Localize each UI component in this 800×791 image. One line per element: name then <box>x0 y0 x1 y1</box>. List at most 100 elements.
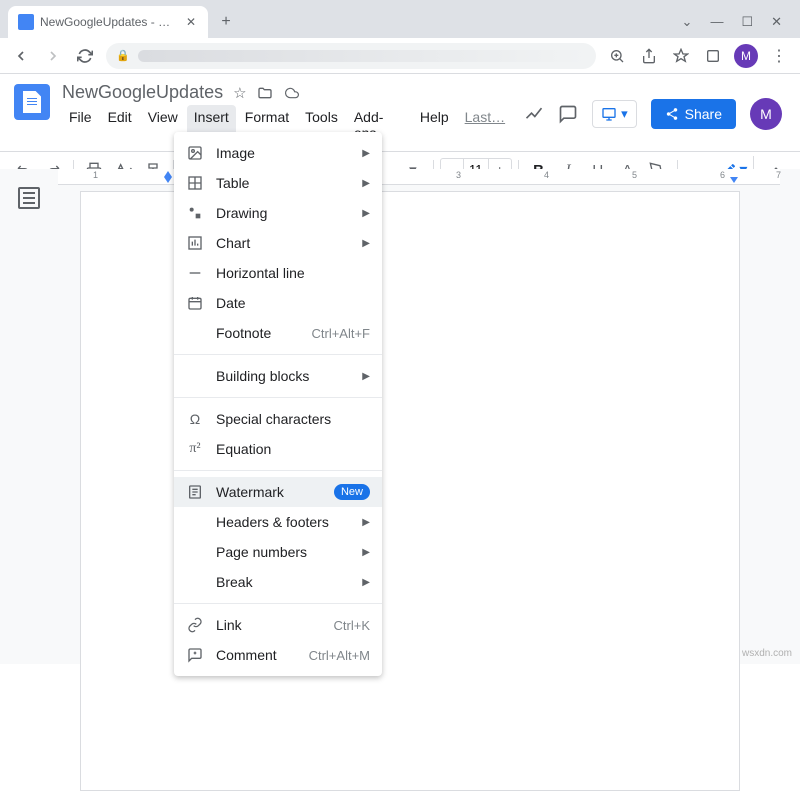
insert-menu-dropdown: Image ▶ Table ▶ Drawing ▶ Chart ▶ Horizo… <box>174 132 382 676</box>
ruler-mark: 5 <box>632 170 637 180</box>
drawing-icon <box>186 204 204 222</box>
ruler-mark: 3 <box>456 170 461 180</box>
chart-icon <box>186 234 204 252</box>
insert-drawing[interactable]: Drawing ▶ <box>174 198 382 228</box>
insert-page-numbers[interactable]: Page numbers ▶ <box>174 537 382 567</box>
window-dropdown-icon[interactable]: ⌄ <box>682 14 693 30</box>
watermark-icon <box>186 483 204 501</box>
share-button[interactable]: Share <box>651 99 736 129</box>
comments-icon[interactable] <box>558 104 578 124</box>
menu-label: Drawing <box>216 205 350 221</box>
shortcut-label: Ctrl+K <box>334 618 370 633</box>
ruler-indent-marker[interactable] <box>164 177 172 183</box>
submenu-arrow-icon: ▶ <box>362 547 370 558</box>
insert-link[interactable]: Link Ctrl+K <box>174 610 382 640</box>
browser-tab[interactable]: NewGoogleUpdates - Google Do ✕ <box>8 6 208 38</box>
menu-label: Watermark <box>216 484 322 500</box>
ruler-mark: 6 <box>720 170 725 180</box>
insert-watermark[interactable]: Watermark New <box>174 477 382 507</box>
insert-headers-footers[interactable]: Headers & footers ▶ <box>174 507 382 537</box>
docs-header: NewGoogleUpdates ☆ File Edit View Insert… <box>0 74 800 145</box>
insert-special-characters[interactable]: Ω Special characters <box>174 404 382 434</box>
docs-logo-icon[interactable] <box>14 84 50 120</box>
menu-label: Date <box>216 295 370 311</box>
browser-menu-icon[interactable]: ⋮ <box>768 45 790 67</box>
insert-comment[interactable]: Comment Ctrl+Alt+M <box>174 640 382 670</box>
insert-footnote[interactable]: Footnote Ctrl+Alt+F <box>174 318 382 348</box>
insert-break[interactable]: Break ▶ <box>174 567 382 597</box>
omega-icon: Ω <box>186 410 204 428</box>
tab-title: NewGoogleUpdates - Google Do <box>40 15 178 29</box>
outline-icon[interactable] <box>18 187 40 209</box>
insert-equation[interactable]: π² Equation <box>174 434 382 464</box>
window-maximize-icon[interactable]: ☐ <box>741 14 753 30</box>
menu-help[interactable]: Help <box>413 105 456 145</box>
insert-chart[interactable]: Chart ▶ <box>174 228 382 258</box>
table-icon <box>186 174 204 192</box>
menu-label: Comment <box>216 647 297 663</box>
menu-file[interactable]: File <box>62 105 99 145</box>
forward-button[interactable] <box>42 45 64 67</box>
menu-separator <box>174 354 382 355</box>
submenu-arrow-icon: ▶ <box>362 208 370 219</box>
submenu-arrow-icon: ▶ <box>362 577 370 588</box>
canvas-area: 1 2 3 4 5 6 7 <box>0 169 800 664</box>
tab-close-icon[interactable]: ✕ <box>184 15 198 29</box>
menu-label: Page numbers <box>216 544 350 560</box>
menu-label: Equation <box>216 441 370 457</box>
footnote-icon <box>186 324 204 342</box>
cloud-status-icon[interactable] <box>283 86 301 100</box>
menu-separator <box>174 470 382 471</box>
profile-avatar[interactable]: M <box>734 44 758 68</box>
zoom-icon[interactable] <box>606 45 628 67</box>
menu-separator <box>174 397 382 398</box>
submenu-arrow-icon: ▶ <box>362 371 370 382</box>
star-icon[interactable]: ☆ <box>233 84 246 102</box>
activity-icon[interactable] <box>524 104 544 124</box>
window-minimize-icon[interactable]: — <box>710 14 723 30</box>
menu-label: Building blocks <box>216 368 350 384</box>
insert-image[interactable]: Image ▶ <box>174 138 382 168</box>
account-avatar[interactable]: M <box>750 98 782 130</box>
chevron-down-icon: ▾ <box>621 106 628 122</box>
docs-favicon <box>18 14 34 30</box>
ruler-mark: 1 <box>93 170 98 180</box>
back-button[interactable] <box>10 45 32 67</box>
menu-label: Table <box>216 175 350 191</box>
shortcut-label: Ctrl+Alt+F <box>311 326 370 341</box>
date-icon <box>186 294 204 312</box>
submenu-arrow-icon: ▶ <box>362 178 370 189</box>
menu-separator <box>174 603 382 604</box>
window-controls: ⌄ — ☐ ✕ <box>682 14 792 38</box>
reload-button[interactable] <box>74 45 96 67</box>
insert-building-blocks[interactable]: Building blocks ▶ <box>174 361 382 391</box>
break-icon <box>186 573 204 591</box>
menu-last-edit[interactable]: Last… <box>458 105 512 145</box>
source-watermark: wsxdn.com <box>742 648 792 659</box>
ruler-mark: 7 <box>776 170 781 180</box>
insert-date[interactable]: Date <box>174 288 382 318</box>
ruler-right-marker[interactable] <box>730 177 738 183</box>
menu-label: Link <box>216 617 322 633</box>
menu-label: Footnote <box>216 325 299 341</box>
window-close-icon[interactable]: ✕ <box>771 14 782 30</box>
hline-icon <box>186 264 204 282</box>
new-tab-button[interactable]: + <box>212 8 240 36</box>
menu-edit[interactable]: Edit <box>101 105 139 145</box>
share-url-icon[interactable] <box>638 45 660 67</box>
menu-label: Special characters <box>216 411 370 427</box>
url-field[interactable]: 🔒 <box>106 43 596 69</box>
insert-table[interactable]: Table ▶ <box>174 168 382 198</box>
submenu-arrow-icon: ▶ <box>362 517 370 528</box>
blocks-icon <box>186 367 204 385</box>
insert-horizontal-line[interactable]: Horizontal line <box>174 258 382 288</box>
present-button[interactable]: ▾ <box>592 100 637 128</box>
extensions-icon[interactable] <box>702 45 724 67</box>
horizontal-ruler[interactable]: 1 2 3 4 5 6 7 <box>58 169 780 185</box>
doc-title[interactable]: NewGoogleUpdates <box>62 82 223 103</box>
bookmark-icon[interactable] <box>670 45 692 67</box>
submenu-arrow-icon: ▶ <box>362 238 370 249</box>
browser-addressbar: 🔒 M ⋮ <box>0 38 800 74</box>
move-folder-icon[interactable] <box>257 85 273 101</box>
comment-icon <box>186 646 204 664</box>
